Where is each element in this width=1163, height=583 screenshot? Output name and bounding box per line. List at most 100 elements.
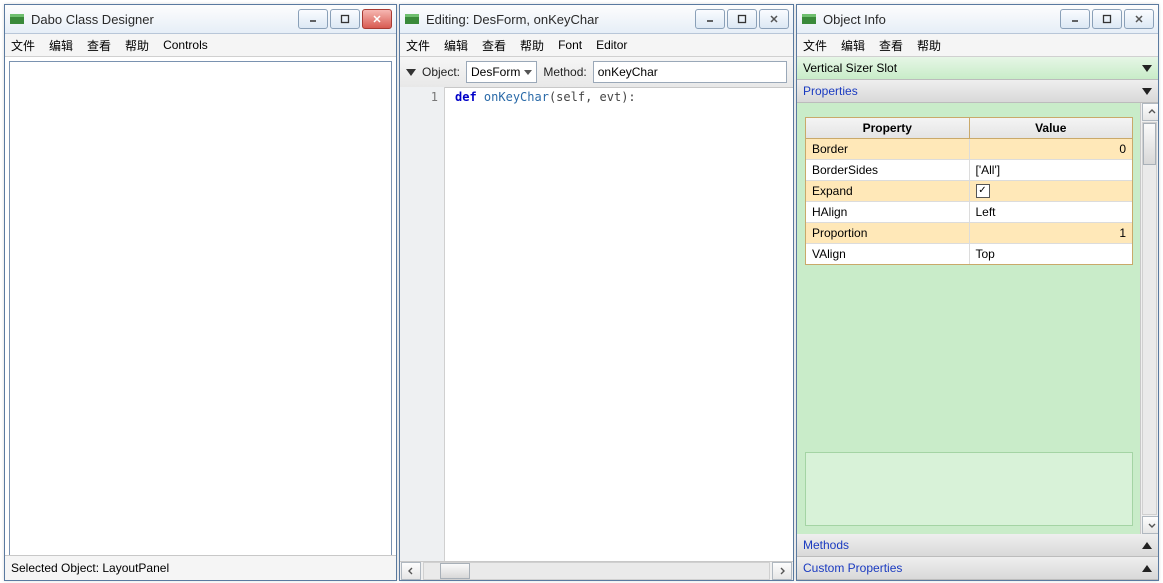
property-name: BorderSides (806, 160, 970, 180)
chevron-down-icon (1142, 88, 1152, 95)
chevron-down-icon (524, 70, 532, 75)
window-buttons (695, 9, 789, 29)
method-label: Method: (543, 65, 586, 79)
property-row[interactable]: Proportion1 (806, 223, 1132, 244)
menu-view[interactable]: 查看 (482, 37, 506, 54)
description-box[interactable] (805, 452, 1133, 526)
property-row[interactable]: BorderSides['All'] (806, 160, 1132, 181)
property-value[interactable] (970, 181, 1133, 201)
close-button[interactable] (362, 9, 392, 29)
object-combo[interactable]: DesForm (466, 61, 537, 83)
scroll-thumb[interactable] (440, 563, 470, 579)
section-custom-properties[interactable]: Custom Properties (797, 557, 1158, 580)
titlebar[interactable]: Editing: DesForm, onKeyChar (400, 5, 793, 34)
scroll-up-button[interactable] (1142, 103, 1158, 121)
menu-file[interactable]: 文件 (406, 37, 430, 54)
method-input[interactable]: onKeyChar (593, 61, 787, 83)
menu-file[interactable]: 文件 (11, 37, 35, 54)
line-number: 1 (400, 90, 438, 104)
h-scrollbar[interactable] (400, 561, 793, 580)
gutter: 1 (400, 87, 445, 562)
property-row[interactable]: Expand (806, 181, 1132, 202)
scroll-track[interactable] (423, 562, 770, 580)
fn-name: onKeyChar (484, 90, 549, 104)
chevron-down-icon (1142, 65, 1152, 72)
window-class-designer: Dabo Class Designer 文件 编辑 查看 帮助 Controls… (4, 4, 397, 581)
window-buttons (1060, 9, 1154, 29)
minimize-button[interactable] (298, 9, 328, 29)
window-title: Object Info (823, 12, 1054, 27)
scroll-left-button[interactable] (401, 562, 421, 580)
scroll-track[interactable] (1142, 122, 1157, 515)
menu-help[interactable]: 帮助 (917, 37, 941, 54)
property-row[interactable]: VAlignTop (806, 244, 1132, 264)
property-value[interactable]: Top (970, 244, 1133, 264)
window-code-editor: Editing: DesForm, onKeyChar 文件 编辑 查看 帮助 … (399, 4, 794, 581)
v-scrollbar[interactable] (1140, 103, 1158, 534)
custom-properties-label: Custom Properties (803, 561, 902, 575)
properties-empty-area (805, 273, 1133, 444)
menubar: 文件 编辑 查看 帮助 Controls (5, 34, 396, 57)
code-text[interactable]: def onKeyChar(self, evt): (445, 87, 793, 562)
menu-editor[interactable]: Editor (596, 38, 627, 52)
menu-edit[interactable]: 编辑 (49, 37, 73, 54)
app-icon (9, 11, 25, 27)
status-text: Selected Object: LayoutPanel (11, 561, 169, 575)
properties-table: Property Value Border0BorderSides['All']… (805, 117, 1133, 265)
maximize-button[interactable] (330, 9, 360, 29)
scroll-thumb[interactable] (1143, 123, 1156, 165)
section-sizer-slot[interactable]: Vertical Sizer Slot (797, 57, 1158, 80)
methods-label: Methods (803, 538, 849, 552)
window-title: Dabo Class Designer (31, 12, 292, 27)
app-icon (404, 11, 420, 27)
property-value[interactable]: ['All'] (970, 160, 1133, 180)
client-area: Object: DesForm Method: onKeyChar 1 def … (400, 57, 793, 580)
menu-edit[interactable]: 编辑 (444, 37, 468, 54)
collapse-icon[interactable] (406, 69, 416, 76)
maximize-button[interactable] (1092, 9, 1122, 29)
titlebar[interactable]: Dabo Class Designer (5, 5, 396, 34)
minimize-button[interactable] (1060, 9, 1090, 29)
property-row[interactable]: Border0 (806, 139, 1132, 160)
menubar: 文件 编辑 查看 帮助 Font Editor (400, 34, 793, 57)
properties-body: Property Value Border0BorderSides['All']… (797, 103, 1141, 534)
section-properties[interactable]: Properties (797, 80, 1158, 103)
menu-view[interactable]: 查看 (879, 37, 903, 54)
maximize-button[interactable] (727, 9, 757, 29)
menu-file[interactable]: 文件 (803, 37, 827, 54)
menu-view[interactable]: 查看 (87, 37, 111, 54)
property-value[interactable]: 0 (970, 139, 1133, 159)
minimize-button[interactable] (695, 9, 725, 29)
properties-header: Property Value (806, 118, 1132, 139)
menu-help[interactable]: 帮助 (125, 37, 149, 54)
close-button[interactable] (759, 9, 789, 29)
menu-edit[interactable]: 编辑 (841, 37, 865, 54)
property-name: Expand (806, 181, 970, 201)
section-methods[interactable]: Methods (797, 534, 1158, 557)
client-area: Selected Object: LayoutPanel (5, 57, 396, 580)
menu-controls[interactable]: Controls (163, 38, 208, 52)
menu-help[interactable]: 帮助 (520, 37, 544, 54)
titlebar[interactable]: Object Info (797, 5, 1158, 34)
window-buttons (298, 9, 392, 29)
close-button[interactable] (1124, 9, 1154, 29)
chevron-up-icon (1142, 565, 1152, 572)
scroll-down-button[interactable] (1142, 516, 1158, 534)
menubar: 文件 编辑 查看 帮助 (797, 34, 1158, 57)
properties-label: Properties (803, 84, 858, 98)
design-canvas[interactable] (9, 61, 392, 558)
sizer-slot-label: Vertical Sizer Slot (803, 61, 897, 75)
property-row[interactable]: HAlignLeft (806, 202, 1132, 223)
fn-params: (self, evt): (549, 90, 636, 104)
menu-font[interactable]: Font (558, 38, 582, 52)
scroll-right-button[interactable] (772, 562, 792, 580)
object-label: Object: (422, 65, 460, 79)
code-area[interactable]: 1 def onKeyChar(self, evt): (400, 87, 793, 562)
property-name: HAlign (806, 202, 970, 222)
property-value[interactable]: Left (970, 202, 1133, 222)
property-name: Proportion (806, 223, 970, 243)
checkbox-icon[interactable] (976, 184, 990, 198)
window-object-info: Object Info 文件 编辑 查看 帮助 Vertical Sizer S… (796, 4, 1159, 581)
kw-def: def (455, 90, 477, 104)
property-value[interactable]: 1 (970, 223, 1133, 243)
